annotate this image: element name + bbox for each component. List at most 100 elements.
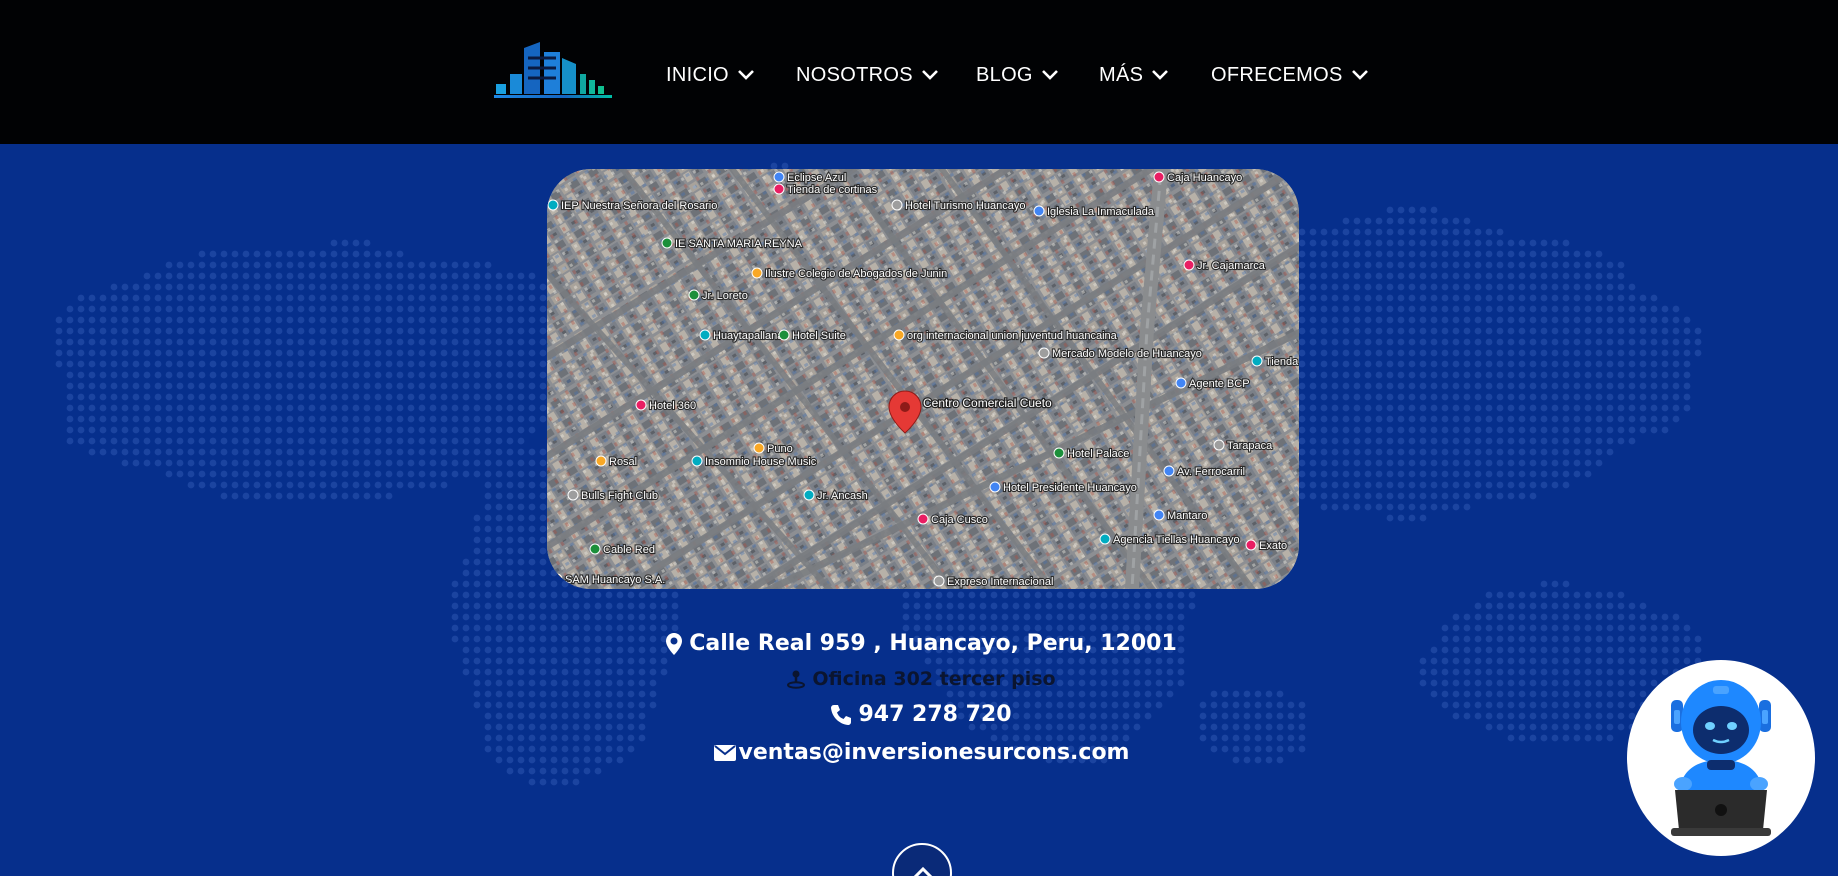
map-poi-marker[interactable] [635,399,647,411]
map-poi-marker[interactable] [803,489,815,501]
world-map-dot [1375,305,1383,313]
nav-item-inicio[interactable]: INICIO [666,60,755,90]
map-poi-marker[interactable] [1153,509,1165,521]
satellite-map[interactable]: Eclipse Azul Tienda de cortinas IEP Nuestr… [547,169,1299,589]
map-poi-marker[interactable] [699,329,711,341]
map-poi-marker[interactable] [751,267,763,279]
world-map-dot [1474,459,1482,467]
world-map-dot [198,305,206,313]
world-map-dot [319,327,327,335]
map-poi-marker[interactable] [595,455,607,467]
world-map-dot [1441,217,1449,225]
email-link[interactable]: ventas@inversionesurcons.com [739,740,1130,765]
chatbot-launcher[interactable] [1627,660,1815,856]
world-map-dot [1573,294,1581,302]
world-map-dot [1320,470,1328,478]
world-map-dot [451,283,459,291]
nav-item-ofrecemos[interactable]: OFRECEMOS [1211,60,1369,90]
map-poi-marker[interactable] [547,199,559,211]
world-map-dot [143,437,151,445]
nav-item-blog[interactable]: BLOG [976,60,1059,90]
world-map-dot [66,338,74,346]
world-map-dot [1067,602,1075,610]
map-poi-marker[interactable] [917,513,929,525]
world-map-dot [209,382,217,390]
map-poi-marker[interactable] [567,489,579,501]
world-map-dot [528,481,536,489]
world-map-dot [1397,404,1405,412]
map-poi-marker[interactable] [1099,533,1111,545]
world-map-dot [1419,217,1427,225]
map-poi-marker[interactable] [1213,439,1225,451]
world-map-dot [539,778,547,786]
map-poi-marker[interactable] [1153,171,1165,183]
map-poi-marker[interactable] [688,289,700,301]
world-map-dot [1474,272,1482,280]
map-poi-marker[interactable] [891,199,903,211]
world-map-dot [1441,492,1449,500]
world-map-dot [1364,371,1372,379]
world-map-dot [1452,426,1460,434]
world-map-dot [517,657,525,665]
nav-item-nosotros[interactable]: NOSOTROS [796,60,939,90]
map-poi-marker[interactable] [989,481,1001,493]
world-map-dot [209,481,217,489]
world-map-dot [209,393,217,401]
world-map-dot [462,371,470,379]
world-map-dot [308,415,316,423]
map-poi-marker[interactable] [1038,347,1050,359]
world-map-dot [484,525,492,533]
world-map-dot [176,448,184,456]
world-map-dot [1331,382,1339,390]
map-poi-marker[interactable] [1053,447,1065,459]
world-map-dot [330,459,338,467]
world-map-dot [308,404,316,412]
map-poi-marker[interactable] [1033,205,1045,217]
world-map-dot [649,602,657,610]
map-poi-marker[interactable] [589,543,601,555]
user-location-icon [787,670,806,689]
world-map-dot [1650,415,1658,423]
world-map-dot [308,393,316,401]
map-poi-marker[interactable] [753,442,765,454]
world-map-dot [231,481,239,489]
world-map-dot [451,580,459,588]
map-poi-marker[interactable] [933,575,945,587]
world-map-dot [1331,338,1339,346]
world-map-dot [1562,591,1570,599]
map-poi-marker[interactable] [1163,465,1175,477]
map-poi-marker[interactable] [691,455,703,467]
map-poi-marker[interactable] [1251,355,1263,367]
world-map-dot [242,371,250,379]
map-poi-marker[interactable] [1245,539,1257,551]
world-map-dot [363,393,371,401]
world-map-dot [1364,382,1372,390]
nav-item-mas[interactable]: MÁS [1099,60,1169,90]
world-map-dot [264,272,272,280]
world-map-dot [121,294,129,302]
world-map-dot [418,272,426,280]
world-map-dot [407,349,415,357]
world-map-dot [77,404,85,412]
world-map-dot [429,437,437,445]
map-poi-marker[interactable] [773,171,785,183]
world-map-dot [264,492,272,500]
map-poi-marker[interactable] [1183,259,1195,271]
phone-text[interactable]: 947 278 720 [858,702,1011,727]
map-poi-marker[interactable] [778,329,790,341]
world-map-dot [1562,448,1570,456]
world-map-dot [1518,470,1526,478]
map-poi-marker[interactable] [893,329,905,341]
world-map-dot [330,239,338,247]
map-poi-marker[interactable] [661,237,673,249]
world-map-dot [407,294,415,302]
world-map-dot [1353,360,1361,368]
world-map-dot [1628,426,1636,434]
world-map-dot [220,327,228,335]
world-map-dot [1474,492,1482,500]
world-map-dot [1353,448,1361,456]
map-poi-marker[interactable] [773,183,785,195]
world-map-dot [1452,393,1460,401]
map-poi-marker[interactable] [1175,377,1187,389]
world-map-dot [1331,360,1339,368]
